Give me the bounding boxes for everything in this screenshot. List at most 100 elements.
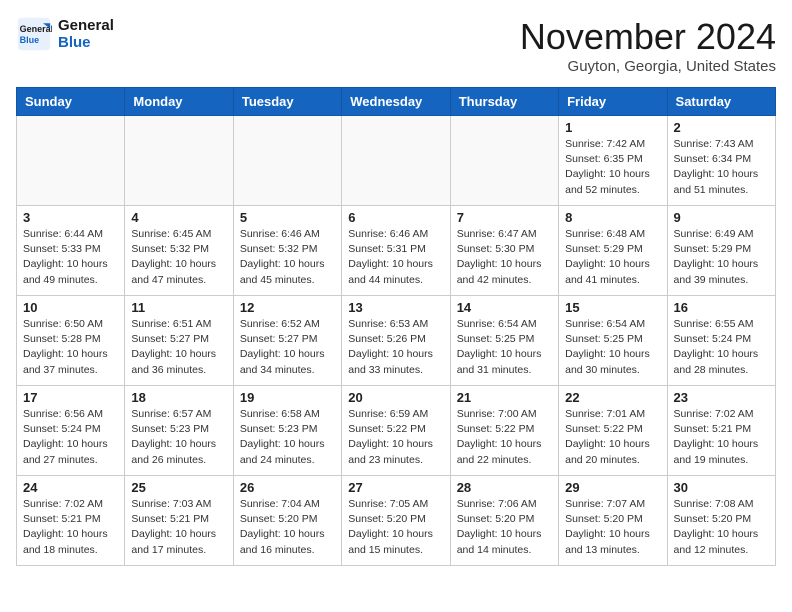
calendar-day-cell: 27 Sunrise: 7:05 AMSunset: 5:20 PMDayligh… [342,476,450,566]
day-number: 22 [565,390,660,405]
calendar-day-cell: 15 Sunrise: 6:54 AMSunset: 5:25 PMDayligh… [559,296,667,386]
day-info: Sunrise: 7:05 AMSunset: 5:20 PMDaylight:… [348,497,443,558]
logo-text: GeneralBlue [58,17,114,51]
weekday-header-thursday: Thursday [450,88,558,116]
day-info: Sunrise: 7:01 AMSunset: 5:22 PMDaylight:… [565,407,660,468]
day-number: 29 [565,480,660,495]
calendar-day-cell: 8 Sunrise: 6:48 AMSunset: 5:29 PMDaylight… [559,206,667,296]
day-number: 20 [348,390,443,405]
calendar-week-row: 3Sunrise: 6:44 AMSunset: 5:33 PMDaylight… [17,206,776,296]
calendar-day-cell: 11Sunrise: 6:51 AMSunset: 5:27 PMDayligh… [125,296,233,386]
day-info: Sunrise: 6:46 AMSunset: 5:32 PMDaylight:… [240,227,335,288]
day-info: Sunrise: 7:07 AMSunset: 5:20 PMDaylight:… [565,497,660,558]
page-header: General Blue GeneralBlue November 2024 G… [16,16,776,75]
calendar-day-cell: 23 Sunrise: 7:02 AMSunset: 5:21 PMDayligh… [667,386,775,476]
calendar-day-cell: 2 Sunrise: 7:43 AMSunset: 6:34 PMDaylight… [667,116,775,206]
calendar-day-cell: 25 Sunrise: 7:03 AMSunset: 5:21 PMDayligh… [125,476,233,566]
calendar-day-cell: 5 Sunrise: 6:46 AMSunset: 5:32 PMDaylight… [233,206,341,296]
day-number: 19 [240,390,335,405]
day-number: 8 [565,210,660,225]
calendar-day-cell: 28 Sunrise: 7:06 AMSunset: 5:20 PMDayligh… [450,476,558,566]
day-info: Sunrise: 6:54 AMSunset: 5:25 PMDaylight:… [565,317,660,378]
day-number: 7 [457,210,552,225]
day-info: Sunrise: 6:55 AMSunset: 5:24 PMDaylight:… [674,317,769,378]
calendar-day-cell [233,116,341,206]
day-number: 10 [23,300,118,315]
day-info: Sunrise: 6:59 AMSunset: 5:22 PMDaylight:… [348,407,443,468]
calendar-day-cell: 4Sunrise: 6:45 AMSunset: 5:32 PMDaylight… [125,206,233,296]
calendar-day-cell: 14 Sunrise: 6:54 AMSunset: 5:25 PMDayligh… [450,296,558,386]
day-number: 23 [674,390,769,405]
location: Guyton, Georgia, United States [520,58,776,75]
calendar-day-cell [342,116,450,206]
calendar-week-row: 17 Sunrise: 6:56 AMSunset: 5:24 PMDayligh… [17,386,776,476]
weekday-header-wednesday: Wednesday [342,88,450,116]
day-number: 16 [674,300,769,315]
svg-text:Blue: Blue [20,35,40,45]
weekday-header-sunday: Sunday [17,88,125,116]
day-number: 13 [348,300,443,315]
calendar-day-cell: 6 Sunrise: 6:46 AMSunset: 5:31 PMDaylight… [342,206,450,296]
day-number: 17 [23,390,118,405]
day-info: Sunrise: 7:43 AMSunset: 6:34 PMDaylight:… [674,137,769,198]
calendar-day-cell: 12Sunrise: 6:52 AMSunset: 5:27 PMDayligh… [233,296,341,386]
day-info: Sunrise: 6:54 AMSunset: 5:25 PMDaylight:… [457,317,552,378]
day-number: 2 [674,120,769,135]
day-number: 30 [674,480,769,495]
weekday-header-saturday: Saturday [667,88,775,116]
calendar-day-cell: 1Sunrise: 7:42 AMSunset: 6:35 PMDaylight… [559,116,667,206]
day-number: 14 [457,300,552,315]
day-number: 11 [131,300,226,315]
calendar-day-cell: 19 Sunrise: 6:58 AMSunset: 5:23 PMDayligh… [233,386,341,476]
calendar-table: SundayMondayTuesdayWednesdayThursdayFrid… [16,87,776,566]
calendar-day-cell: 22 Sunrise: 7:01 AMSunset: 5:22 PMDayligh… [559,386,667,476]
calendar-week-row: 10Sunrise: 6:50 AMSunset: 5:28 PMDayligh… [17,296,776,386]
day-number: 18 [131,390,226,405]
day-info: Sunrise: 6:44 AMSunset: 5:33 PMDaylight:… [23,227,118,288]
day-info: Sunrise: 6:46 AMSunset: 5:31 PMDaylight:… [348,227,443,288]
calendar-day-cell: 9 Sunrise: 6:49 AMSunset: 5:29 PMDaylight… [667,206,775,296]
day-info: Sunrise: 7:00 AMSunset: 5:22 PMDaylight:… [457,407,552,468]
day-info: Sunrise: 7:06 AMSunset: 5:20 PMDaylight:… [457,497,552,558]
day-info: Sunrise: 7:08 AMSunset: 5:20 PMDaylight:… [674,497,769,558]
calendar-day-cell [17,116,125,206]
calendar-day-cell [450,116,558,206]
day-info: Sunrise: 7:03 AMSunset: 5:21 PMDaylight:… [131,497,226,558]
day-info: Sunrise: 6:53 AMSunset: 5:26 PMDaylight:… [348,317,443,378]
calendar-day-cell: 7 Sunrise: 6:47 AMSunset: 5:30 PMDaylight… [450,206,558,296]
day-number: 6 [348,210,443,225]
day-info: Sunrise: 6:58 AMSunset: 5:23 PMDaylight:… [240,407,335,468]
day-number: 26 [240,480,335,495]
day-number: 25 [131,480,226,495]
day-info: Sunrise: 6:49 AMSunset: 5:29 PMDaylight:… [674,227,769,288]
calendar-day-cell: 21Sunrise: 7:00 AMSunset: 5:22 PMDayligh… [450,386,558,476]
day-info: Sunrise: 7:02 AMSunset: 5:21 PMDaylight:… [674,407,769,468]
day-info: Sunrise: 7:02 AMSunset: 5:21 PMDaylight:… [23,497,118,558]
day-number: 15 [565,300,660,315]
day-number: 28 [457,480,552,495]
calendar-day-cell: 16 Sunrise: 6:55 AMSunset: 5:24 PMDayligh… [667,296,775,386]
calendar-day-cell: 17 Sunrise: 6:56 AMSunset: 5:24 PMDayligh… [17,386,125,476]
logo: General Blue GeneralBlue [16,16,114,52]
day-info: Sunrise: 6:52 AMSunset: 5:27 PMDaylight:… [240,317,335,378]
day-info: Sunrise: 6:57 AMSunset: 5:23 PMDaylight:… [131,407,226,468]
day-info: Sunrise: 7:04 AMSunset: 5:20 PMDaylight:… [240,497,335,558]
day-info: Sunrise: 6:48 AMSunset: 5:29 PMDaylight:… [565,227,660,288]
day-number: 5 [240,210,335,225]
day-info: Sunrise: 6:47 AMSunset: 5:30 PMDaylight:… [457,227,552,288]
weekday-header-monday: Monday [125,88,233,116]
calendar-day-cell: 26 Sunrise: 7:04 AMSunset: 5:20 PMDayligh… [233,476,341,566]
calendar-header-row: SundayMondayTuesdayWednesdayThursdayFrid… [17,88,776,116]
day-info: Sunrise: 6:45 AMSunset: 5:32 PMDaylight:… [131,227,226,288]
day-number: 9 [674,210,769,225]
calendar-week-row: 24 Sunrise: 7:02 AMSunset: 5:21 PMDayligh… [17,476,776,566]
day-number: 24 [23,480,118,495]
calendar-day-cell: 24 Sunrise: 7:02 AMSunset: 5:21 PMDayligh… [17,476,125,566]
weekday-header-friday: Friday [559,88,667,116]
title-block: November 2024 Guyton, Georgia, United St… [520,16,776,75]
calendar-day-cell: 3Sunrise: 6:44 AMSunset: 5:33 PMDaylight… [17,206,125,296]
calendar-day-cell: 29 Sunrise: 7:07 AMSunset: 5:20 PMDayligh… [559,476,667,566]
day-info: Sunrise: 6:56 AMSunset: 5:24 PMDaylight:… [23,407,118,468]
day-number: 27 [348,480,443,495]
calendar-day-cell: 10Sunrise: 6:50 AMSunset: 5:28 PMDayligh… [17,296,125,386]
